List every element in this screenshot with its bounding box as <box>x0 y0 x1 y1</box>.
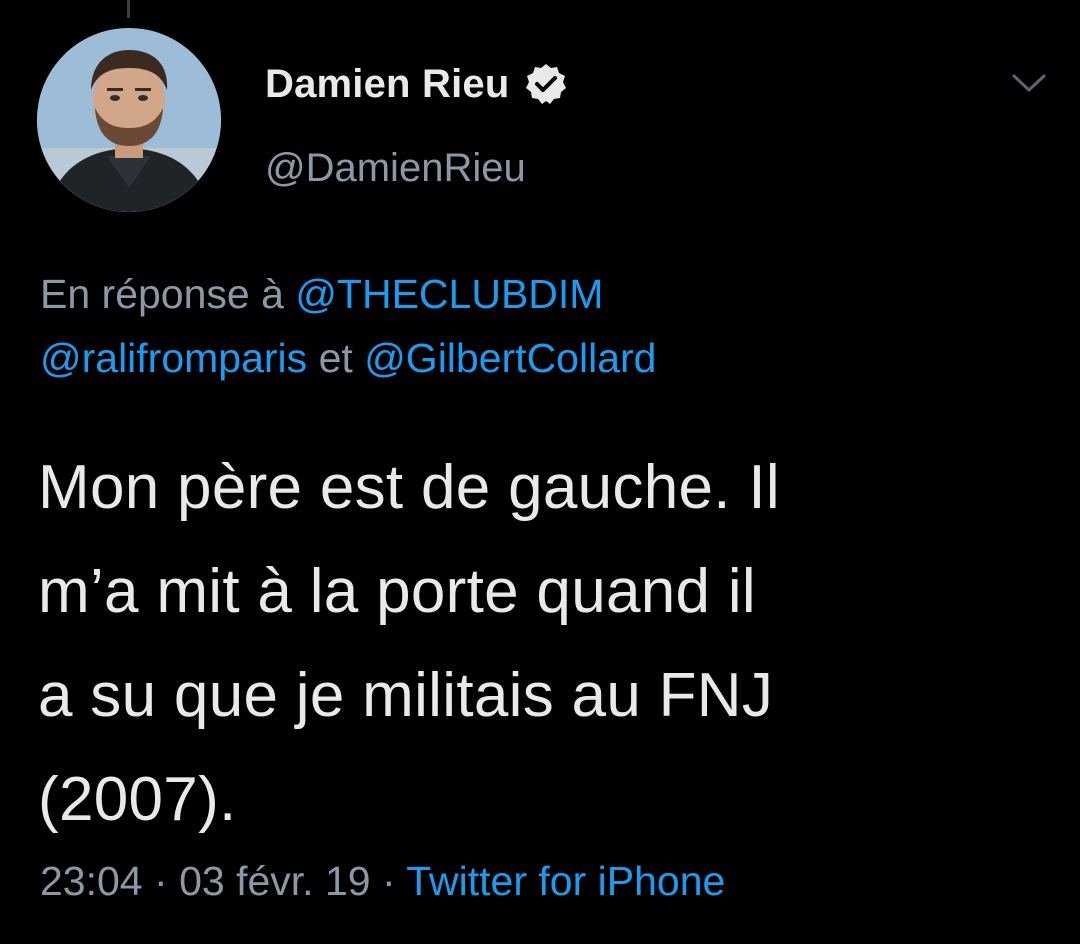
mention-link-gilbertcollard[interactable]: @GilbertCollard <box>364 335 656 381</box>
meta-separator: · <box>381 858 396 904</box>
tweet-detail: Damien Rieu @DamienRieu En réponse à @TH… <box>0 0 1080 944</box>
avatar[interactable] <box>37 28 221 212</box>
tweet-body: Mon père est de gauche. Il m’a mit à la … <box>38 436 1038 852</box>
reply-line-2: @ralifromparis et @GilbertCollard <box>40 326 1040 390</box>
reply-prefix: En réponse à <box>40 271 284 317</box>
author-display-name[interactable]: Damien Rieu <box>265 62 510 107</box>
tweet-text-line: (2007). <box>38 765 237 834</box>
reply-context: En réponse à @THECLUBDIM @ralifromparis … <box>40 262 1040 390</box>
chevron-down-icon[interactable] <box>1010 68 1048 98</box>
verified-badge-icon <box>524 62 568 106</box>
reply-line-1: En réponse à @THECLUBDIM <box>40 262 1040 326</box>
tweet-text-line: Mon père est de gauche. Il <box>38 453 780 522</box>
meta-separator: · <box>154 858 168 904</box>
tweet-date: 03 févr. 19 <box>179 858 371 904</box>
author-handle[interactable]: @DamienRieu <box>265 146 526 191</box>
mention-link-ralifromparis[interactable]: @ralifromparis <box>40 335 307 381</box>
reply-joiner: et <box>318 335 353 381</box>
tweet-time: 23:04 <box>40 858 143 904</box>
author-name-row: Damien Rieu <box>265 58 568 110</box>
tweet-metadata: 23:04 · 03 févr. 19 · Twitter for iPhone <box>40 858 725 905</box>
mention-link-theclubdim[interactable]: @THECLUBDIM <box>295 271 603 317</box>
thread-connector-line <box>127 0 130 18</box>
tweet-text-line: a su que je militais au FNJ <box>38 661 774 730</box>
tweet-text-line: m’a mit à la porte quand il <box>38 557 757 626</box>
tweet-source-link[interactable]: Twitter for iPhone <box>406 858 725 904</box>
